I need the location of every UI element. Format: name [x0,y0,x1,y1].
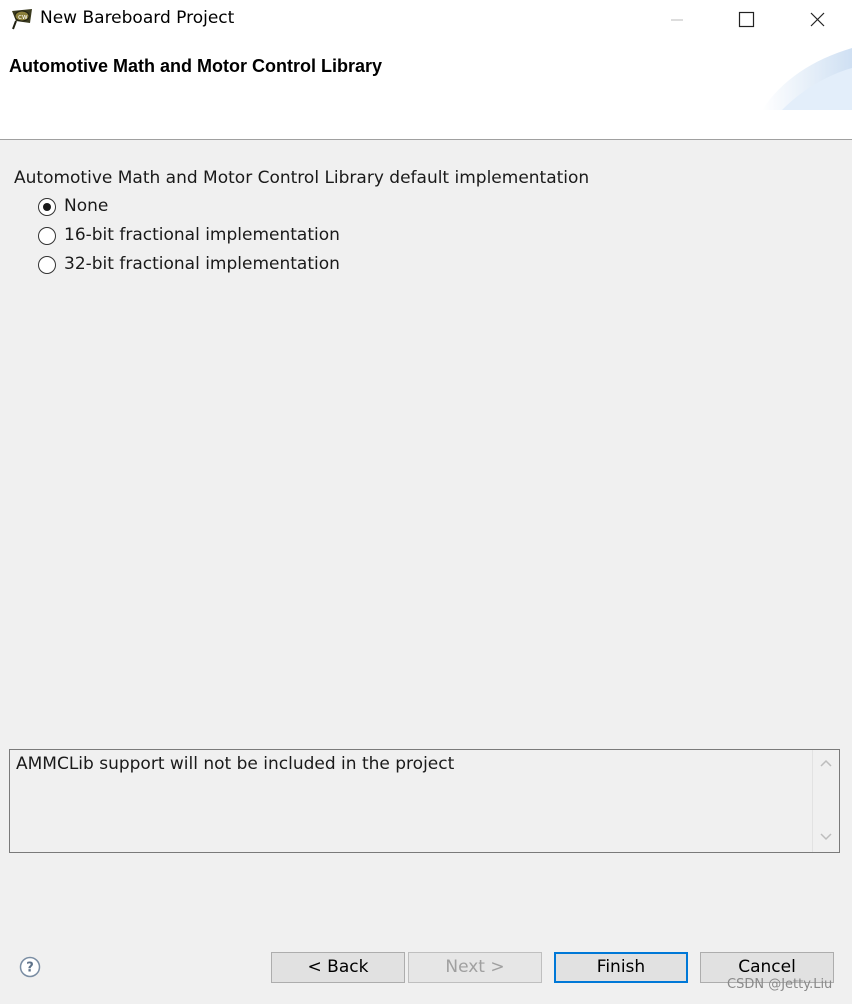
radio-button-selected[interactable] [38,198,56,216]
window-title: New Bareboard Project [40,8,235,28]
minimize-button[interactable] [642,0,712,40]
wizard-header: Automotive Math and Motor Control Librar… [0,40,852,140]
next-button[interactable]: Next > [408,952,542,983]
help-icon[interactable]: ? [19,956,41,978]
radio-label: None [64,196,109,216]
svg-text:?: ? [26,961,34,976]
radio-label: 32-bit fractional implementation [64,254,340,274]
minimize-icon [671,19,683,21]
watermark: CSDN @Jetty.Liu [727,977,833,992]
maximize-icon [738,11,755,28]
back-button[interactable]: < Back [271,952,405,983]
close-button[interactable] [782,0,852,40]
radio-label: 16-bit fractional implementation [64,225,340,245]
radio-button[interactable] [38,227,56,245]
title-bar: cw New Bareboard Project [0,0,852,40]
maximize-button[interactable] [712,0,782,40]
banner-graphic [762,48,852,110]
app-icon: cw [10,7,36,31]
scroll-down-icon[interactable] [819,832,833,842]
scroll-up-icon[interactable] [819,758,833,768]
radio-button[interactable] [38,256,56,274]
page-title: Automotive Math and Motor Control Librar… [9,56,382,76]
finish-button[interactable]: Finish [554,952,688,983]
radio-dot [43,203,51,211]
svg-text:cw: cw [18,13,28,21]
vertical-scrollbar[interactable] [812,750,839,852]
description-text: AMMCLib support will not be included in … [16,754,455,774]
description-box[interactable]: AMMCLib support will not be included in … [9,749,840,853]
option-group-label: Automotive Math and Motor Control Librar… [14,168,590,188]
close-icon [810,12,825,27]
